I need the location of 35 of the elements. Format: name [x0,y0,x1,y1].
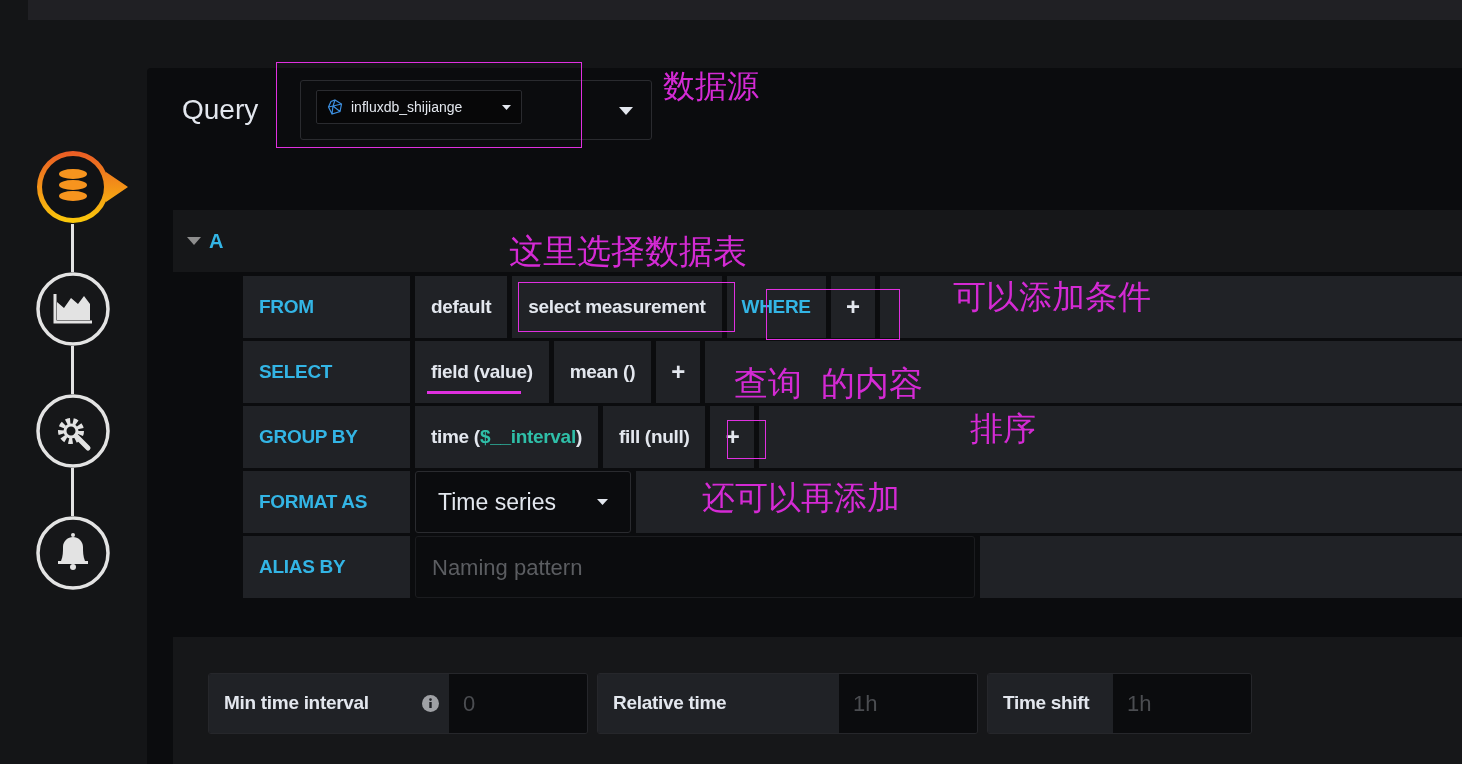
datasource-dropdown[interactable]: influxdb_shijiange [316,90,522,124]
row-label: ALIAS BY [243,536,410,598]
format-select[interactable]: Time series [415,471,631,533]
query-heading: Query [182,93,260,127]
caret-icon [597,499,608,505]
collapse-caret-icon[interactable] [187,237,201,245]
datasource-picker[interactable]: influxdb_shijiange [300,80,652,140]
annotation-text: 查询 的内容 [734,366,923,400]
alias-input[interactable]: Naming pattern [415,536,975,598]
row-label: SELECT [243,341,410,403]
annotation-text: 这里选择数据表 [509,234,747,268]
datasource-name: influxdb_shijiange [351,97,464,117]
add-button[interactable]: + [830,276,875,338]
query-segment[interactable]: fill (null) [602,406,706,468]
caret-icon [502,104,511,110]
bell-icon[interactable] [35,516,110,590]
query-segment[interactable]: time ($__interval) [415,406,598,468]
query-segment[interactable]: field (value) [415,341,549,403]
query-letter: A [209,229,224,254]
annotation-text: 还可以再添加 [702,481,900,514]
query-segment[interactable]: mean () [553,341,652,403]
row-label: GROUP BY [243,406,410,468]
polyhedron-icon [327,99,343,115]
annotation-text: 排序 [970,412,1036,445]
annotation-text: 可以添加条件 [953,280,1151,313]
caret-icon [619,107,633,115]
add-button[interactable]: + [656,341,701,403]
row-label: FORMAT AS [243,471,410,533]
database-icon[interactable] [35,150,128,224]
query-segment[interactable]: select measurement [512,276,722,338]
wrench-gear-icon[interactable] [35,394,110,468]
row-label: FROM [243,276,410,338]
query-segment[interactable]: default [415,276,508,338]
annotation-text: 数据源 [663,70,759,102]
area-chart-icon[interactable] [35,272,110,346]
